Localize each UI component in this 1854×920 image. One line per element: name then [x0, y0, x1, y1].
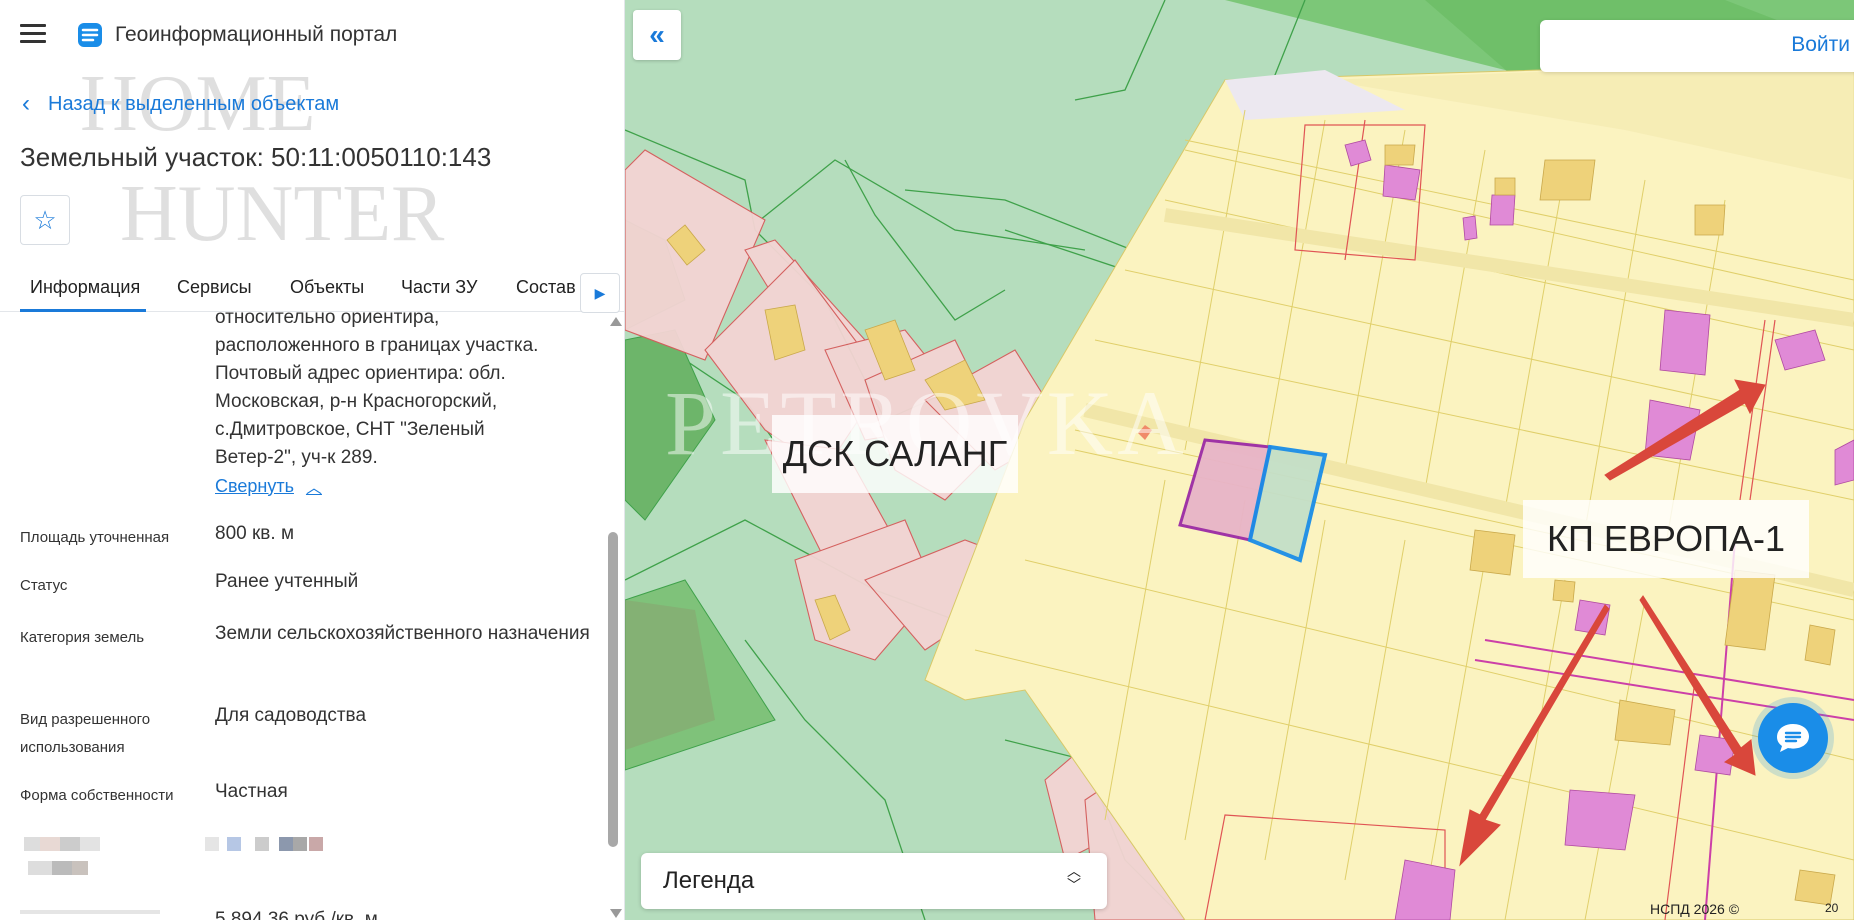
field-label: Вид разрешенного использования — [20, 711, 151, 756]
double-chevron-left-icon: « — [649, 19, 665, 50]
login-button[interactable]: Войти — [1791, 33, 1850, 57]
login-bar: Войти — [1540, 20, 1854, 72]
tab-bar: Информация Сервисы Объекты Части ЗУ Сост… — [0, 268, 624, 313]
top-bar: Геоинформационный портал — [0, 0, 624, 70]
field-value: Для садоводства — [215, 705, 367, 726]
field-label: Статус — [20, 577, 68, 594]
chat-bubble-icon — [1777, 724, 1809, 752]
chevron-up-down-icon: ︿ ﹀ — [1067, 863, 1081, 893]
caret-right-icon: ▶ — [594, 284, 606, 301]
tabs-scroll-right-button[interactable]: ▶ — [580, 273, 620, 313]
scroll-up-arrow-icon[interactable] — [610, 317, 622, 326]
legend-dropdown[interactable]: Легенда ︿ ﹀ — [641, 853, 1107, 909]
field-value: 800 кв. м — [215, 523, 295, 544]
info-panel: Геоинформационный портал HOME HUNTER ‹ Н… — [0, 0, 625, 920]
app-title: Геоинформационный портал — [115, 23, 398, 46]
panel-scrollbar[interactable] — [605, 312, 624, 920]
geoportal-logo-icon — [78, 23, 102, 47]
tab-composition[interactable]: Состав — [516, 277, 576, 298]
back-link-label: Назад к выделенным объектам — [48, 92, 340, 115]
scroll-thumb[interactable] — [608, 532, 618, 847]
map-view[interactable]: PETROVKA « Войти ДСК САЛАНГ КП ЕВРОПА-1 … — [625, 0, 1854, 920]
partial-label — [20, 910, 160, 914]
tab-services[interactable]: Сервисы — [177, 277, 252, 298]
back-to-selected-link[interactable]: ‹ Назад к выделенным объектам — [22, 92, 339, 116]
tab-information[interactable]: Информация — [30, 277, 140, 298]
collapse-panel-button[interactable]: « — [633, 10, 681, 60]
map-label-dsk-salang: ДСК САЛАНГ — [772, 415, 1018, 493]
field-value: 5 894,36 руб./кв. м — [215, 909, 378, 920]
copyright-text: НСПД 2026 © — [1650, 901, 1740, 917]
chevron-up-icon: ︿ — [305, 480, 322, 497]
collapse-label: Свернуть — [215, 475, 294, 496]
field-value: Земли сельскохозяйственного назначения — [215, 623, 590, 644]
star-outline-icon: ☆ — [33, 204, 57, 235]
map-scale: 20 — [1825, 901, 1839, 915]
hamburger-menu-icon[interactable] — [20, 24, 46, 44]
address-description: относительно ориентира, расположенного в… — [215, 312, 539, 468]
tab-parts[interactable]: Части ЗУ — [401, 277, 477, 298]
tab-objects[interactable]: Объекты — [290, 277, 364, 298]
field-value: Ранее учтенный — [215, 571, 359, 592]
chevron-left-icon: ‹ — [22, 90, 30, 117]
page-title: Земельный участок: 50:11:0050110:143 — [20, 142, 492, 172]
svg-text:HUNTER: HUNTER — [120, 170, 445, 258]
field-label: Форма собственности — [20, 787, 174, 804]
legend-label: Легенда — [663, 867, 755, 894]
field-label: Площадь уточненная — [20, 529, 170, 546]
map-label-kp-evropa: КП ЕВРОПА-1 — [1523, 500, 1809, 578]
scroll-down-arrow-icon[interactable] — [610, 909, 622, 918]
collapse-link[interactable]: Свернуть ︿ — [215, 474, 322, 498]
field-label: Категория земель — [20, 629, 145, 646]
favorite-button[interactable]: ☆ — [20, 195, 70, 245]
info-content: относительно ориентира, расположенного в… — [0, 312, 605, 920]
field-value: Частная — [215, 781, 288, 802]
chat-button[interactable] — [1758, 703, 1828, 773]
